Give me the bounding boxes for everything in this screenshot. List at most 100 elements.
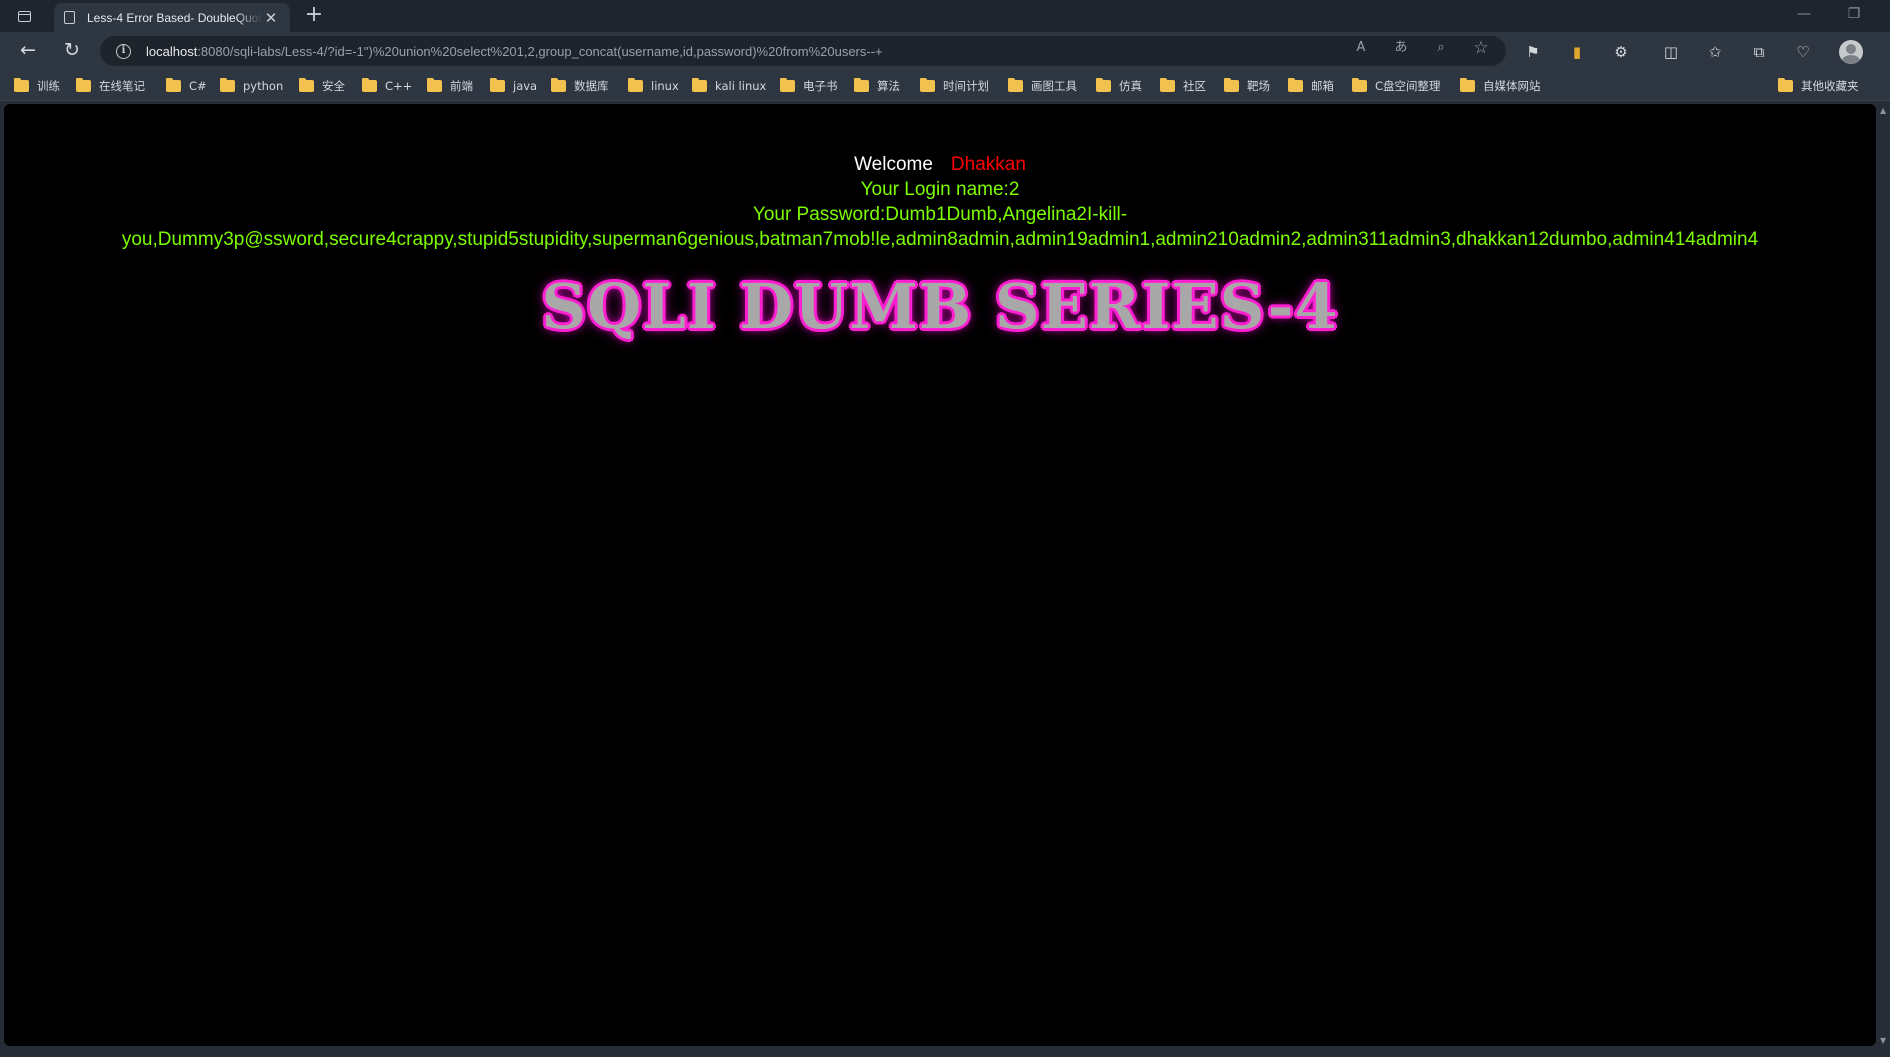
sqli-banner-image: SQLI DUMB SERIES-4 — [541, 270, 1339, 343]
folder-icon — [1224, 78, 1239, 92]
welcome-text: Welcome — [854, 154, 933, 175]
bookmark-item[interactable]: 社区 — [1160, 78, 1206, 94]
bookmark-label: 数据库 — [574, 79, 609, 93]
folder-icon — [551, 78, 566, 92]
back-icon[interactable]: ← — [14, 37, 42, 65]
bookmark-item[interactable]: 邮箱 — [1288, 78, 1334, 94]
bookmark-label: C++ — [385, 79, 413, 93]
bookmark-item[interactable]: 时间计划 — [920, 78, 989, 94]
bookmark-item[interactable]: 仿真 — [1096, 78, 1142, 94]
bookmark-extension-icon[interactable]: ▮ — [1566, 41, 1588, 63]
folder-icon — [362, 78, 377, 92]
folder-icon — [1778, 78, 1793, 92]
bookmark-item[interactable]: python — [220, 78, 283, 94]
site-info-icon[interactable]: i — [116, 43, 131, 59]
page-scrollbar[interactable] — [1876, 104, 1890, 1046]
bookmark-item[interactable]: 安全 — [299, 78, 345, 94]
tab-actions-button[interactable] — [12, 5, 36, 27]
minimize-button[interactable]: — — [1784, 6, 1824, 22]
folder-icon — [427, 78, 442, 92]
folder-icon — [854, 78, 869, 92]
bookmark-label: 靶场 — [1247, 79, 1270, 93]
folder-icon — [628, 78, 643, 92]
split-screen-icon[interactable]: ◫ — [1660, 41, 1682, 63]
bookmark-label: C# — [189, 79, 207, 93]
folder-icon — [76, 78, 91, 92]
scroll-down-arrow-icon[interactable]: ▼ — [1880, 1036, 1886, 1045]
zoom-icon[interactable]: ⌕ — [1432, 39, 1450, 57]
bookmark-label: 在线笔记 — [99, 79, 145, 93]
bookmark-label: kali linux — [715, 79, 767, 93]
folder-icon — [220, 78, 235, 92]
active-tab[interactable]: Less-4 Error Based- DoubleQuotes- String… — [54, 3, 290, 32]
login-name-text: Your Login name:2 — [860, 179, 1020, 200]
performance-icon[interactable]: ♡ — [1792, 41, 1814, 63]
folder-icon — [1160, 78, 1175, 92]
folder-icon — [166, 78, 181, 92]
bookmark-item[interactable]: 前端 — [427, 78, 473, 94]
bookmark-item[interactable]: kali linux — [692, 78, 766, 94]
address-bar[interactable]: i localhost:8080/sqli-labs/Less-4/?id=-1… — [100, 36, 1506, 66]
bookmark-label: C盘空间整理 — [1375, 79, 1441, 93]
folder-icon — [1460, 78, 1475, 92]
folder-icon — [14, 78, 29, 92]
bookmark-label: 时间计划 — [943, 79, 989, 93]
bookmark-item[interactable]: C# — [166, 78, 207, 94]
restore-button[interactable]: ❐ — [1834, 6, 1874, 22]
bookmark-item[interactable]: 电子书 — [780, 78, 838, 94]
tab-actions-icon — [17, 10, 31, 22]
bookmark-item[interactable]: 画图工具 — [1008, 78, 1077, 94]
bookmark-item[interactable]: C盘空间整理 — [1352, 78, 1441, 94]
bookmark-item[interactable]: linux — [628, 78, 679, 94]
profile-avatar[interactable] — [1839, 40, 1863, 64]
favorites-icon[interactable]: ✩ — [1704, 41, 1726, 63]
bookmark-label: python — [243, 79, 284, 93]
bookmark-label: 邮箱 — [1311, 79, 1334, 93]
favorite-star-icon[interactable]: ☆ — [1472, 39, 1490, 57]
bookmark-label: 算法 — [877, 79, 900, 93]
bookmark-item[interactable]: 训练 — [14, 78, 60, 94]
folder-icon — [299, 78, 314, 92]
folder-icon — [490, 78, 505, 92]
translate-icon[interactable]: あ — [1392, 39, 1410, 57]
bookmark-label: 前端 — [450, 79, 473, 93]
bookmarks-bar: 训练 在线笔记 C# python 安全 C++ 前端 java 数据库 linux kali li… — [0, 70, 1890, 101]
password-text-line2: you,Dummy3p@ssword,secure4crappy,stupid5… — [121, 229, 1759, 250]
password-text-line1: Your Password:Dumb1Dumb,Angelina2I-kill- — [752, 204, 1128, 225]
folder-icon — [1096, 78, 1111, 92]
read-aloud-icon[interactable]: A — [1352, 39, 1370, 57]
page-icon — [64, 11, 75, 24]
page-viewport: Welcome Dhakkan Your Login name:2 Your Pa… — [4, 104, 1876, 1046]
folder-icon — [692, 78, 707, 92]
bookmark-label: java — [513, 79, 538, 93]
bookmark-label: linux — [651, 79, 679, 93]
bookmark-item[interactable]: 算法 — [854, 78, 900, 94]
extension-icon[interactable]: ⚑ — [1522, 41, 1544, 63]
url-text[interactable]: localhost:8080/sqli-labs/Less-4/?id=-1")… — [146, 44, 883, 59]
close-tab-icon[interactable]: ✕ — [262, 9, 280, 27]
url-host: localhost — [146, 43, 198, 59]
bookmark-label: 仿真 — [1119, 79, 1142, 93]
tab-title: Less-4 Error Based- DoubleQuotes- String — [87, 10, 262, 25]
bookmark-item[interactable]: C++ — [362, 78, 412, 94]
toolbar: ← ↻ i localhost:8080/sqli-labs/Less-4/?i… — [0, 32, 1890, 70]
extensions-icon[interactable]: ⚙ — [1610, 41, 1632, 63]
folder-icon — [920, 78, 935, 92]
tab-strip: Less-4 Error Based- DoubleQuotes- String… — [0, 0, 1890, 32]
bookmark-label: 电子书 — [803, 79, 838, 93]
refresh-icon[interactable]: ↻ — [58, 37, 86, 65]
welcome-username: Dhakkan — [950, 154, 1026, 175]
other-bookmarks-label: 其他收藏夹 — [1801, 79, 1859, 93]
folder-icon — [1288, 78, 1303, 92]
scroll-up-arrow-icon[interactable]: ▲ — [1880, 106, 1886, 115]
other-bookmarks[interactable]: 其他收藏夹 — [1778, 78, 1859, 94]
bookmark-label: 安全 — [322, 79, 345, 93]
bookmark-item[interactable]: 数据库 — [551, 78, 609, 94]
bookmark-item[interactable]: 靶场 — [1224, 78, 1270, 94]
new-tab-button[interactable]: + — [302, 4, 326, 28]
bookmark-item[interactable]: java — [490, 78, 537, 94]
bookmark-item[interactable]: 在线笔记 — [76, 78, 145, 94]
collections-icon[interactable]: ⧉ — [1748, 41, 1770, 63]
bookmark-item[interactable]: 自媒体网站 — [1460, 78, 1541, 94]
welcome-line: Welcome Dhakkan — [4, 152, 1876, 177]
